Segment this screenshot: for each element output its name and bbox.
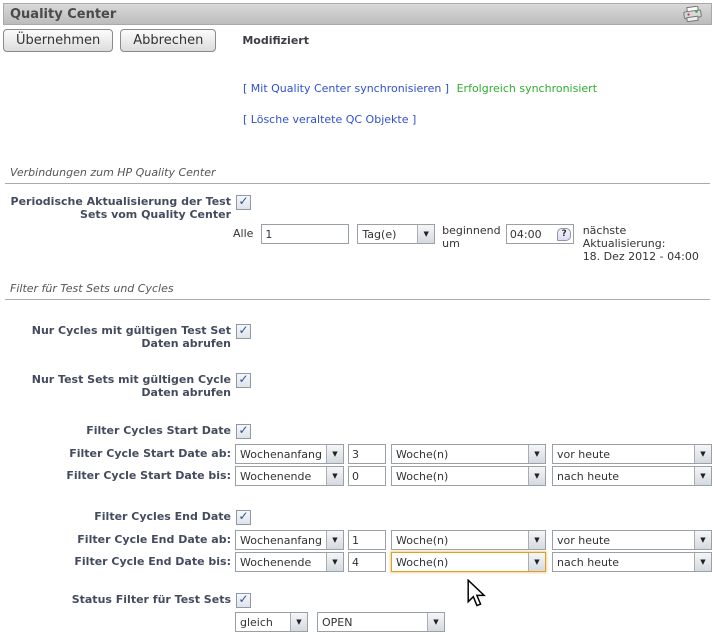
start-date-checkbox[interactable]: ✓ <box>236 424 251 439</box>
chevron-down-icon: ▼ <box>528 531 545 549</box>
fetch-cycles-label: Nur Cycles mit gültigen Test Set Daten a… <box>3 324 231 350</box>
periodic-update-checkbox[interactable]: ✓ <box>236 195 251 210</box>
end-date-toggle-label: Filter Cycles End Date <box>3 510 231 523</box>
fetch-option-row: Nur Cycles mit gültigen Test Set Daten a… <box>3 324 712 350</box>
periodic-update-label: Periodische Aktualisierung der Test Sets… <box>3 195 231 221</box>
chevron-down-icon: ▼ <box>326 553 343 571</box>
chevron-down-icon: ▼ <box>417 225 434 243</box>
start-from-relation-select[interactable]: vor heute ▼ <box>552 444 712 464</box>
chevron-down-icon: ▼ <box>694 445 711 463</box>
check-icon: ✓ <box>238 374 248 385</box>
quality-center-settings-page: Quality Center Übernehmen Abbrechen Modi… <box>0 0 715 635</box>
every-label: Alle <box>233 224 258 244</box>
chevron-down-icon: ▼ <box>326 445 343 463</box>
periodic-update-row: Periodische Aktualisierung der Test Sets… <box>3 195 712 221</box>
chevron-down-icon: ▼ <box>326 531 343 549</box>
start-from-anchor-select[interactable]: Wochenanfang ▼ <box>235 444 344 464</box>
end-to-amount-input[interactable] <box>348 552 386 572</box>
end-date-checkbox[interactable]: ✓ <box>236 510 251 525</box>
chevron-down-icon: ▼ <box>427 613 444 631</box>
status-filter-checkbox[interactable]: ✓ <box>236 593 251 608</box>
apply-button[interactable]: Übernehmen <box>3 29 113 52</box>
titlebar: Quality Center <box>3 3 712 25</box>
check-icon: ✓ <box>238 594 248 605</box>
section-connections-title: Verbindungen zum HP Quality Center <box>5 166 710 184</box>
page-title: Quality Center <box>10 7 116 22</box>
end-date-to-row: Filter Cycle End Date bis: Wochenende ▼ … <box>3 552 712 572</box>
next-update-label: nächste Aktualisierung: <box>583 224 666 250</box>
end-from-anchor-select[interactable]: Wochenanfang ▼ <box>235 530 344 550</box>
cancel-button[interactable]: Abbrechen <box>120 29 216 52</box>
sync-success-message: Erfolgreich synchronisiert <box>457 82 597 95</box>
check-icon: ✓ <box>238 196 248 207</box>
start-from-unit-select[interactable]: Woche(n) ▼ <box>391 444 546 464</box>
end-date-toggle-row: Filter Cycles End Date ✓ <box>3 510 712 525</box>
chevron-down-icon: ▼ <box>528 445 545 463</box>
start-to-amount-input[interactable] <box>348 466 386 486</box>
start-date-from-row: Filter Cycle Start Date ab: Wochenanfang… <box>3 444 712 464</box>
status-filter-controls: gleich ▼ OPEN ▼ <box>3 612 712 632</box>
status-filter-toggle-row: Status Filter für Test Sets ✓ <box>3 593 712 608</box>
interval-unit-select[interactable]: Tag(e) ▼ <box>357 224 435 244</box>
status-filter-label: Status Filter für Test Sets <box>3 593 231 606</box>
chevron-down-icon: ▼ <box>326 467 343 485</box>
fetch-testsets-checkbox[interactable]: ✓ <box>236 373 251 388</box>
begin-time-label: beginnend um <box>442 224 504 250</box>
status-value-select[interactable]: OPEN ▼ <box>317 612 445 632</box>
status-operator-select[interactable]: gleich ▼ <box>235 612 308 632</box>
chevron-down-icon: ▼ <box>694 531 711 549</box>
start-time-field[interactable]: 04:00 ? <box>506 224 574 244</box>
check-icon: ✓ <box>238 511 248 522</box>
end-from-relation-select[interactable]: vor heute ▼ <box>552 530 712 550</box>
start-to-unit-select[interactable]: Woche(n) ▼ <box>391 466 546 486</box>
printer-icon[interactable] <box>682 6 703 22</box>
start-time-value: 04:00 <box>510 228 542 241</box>
cleanup-link[interactable]: [ Lösche veraltete QC Objekte ] <box>243 113 416 126</box>
interval-value-input[interactable] <box>261 224 349 244</box>
fetch-testsets-label: Nur Test Sets mit gültigen Cycle Daten a… <box>3 373 231 399</box>
check-icon: ✓ <box>238 325 248 336</box>
fetch-option-row: Nur Test Sets mit gültigen Cycle Daten a… <box>3 373 712 399</box>
end-date-from-label: Filter Cycle End Date ab: <box>3 530 231 550</box>
sync-row: [ Mit Quality Center synchronisieren ] E… <box>243 82 712 95</box>
start-date-to-label: Filter Cycle Start Date bis: <box>3 466 231 486</box>
start-date-from-label: Filter Cycle Start Date ab: <box>3 444 231 464</box>
chevron-down-icon: ▼ <box>528 467 545 485</box>
cleanup-row: [ Lösche veraltete QC Objekte ] <box>243 113 712 126</box>
end-to-anchor-select[interactable]: Wochenende ▼ <box>235 552 344 572</box>
chevron-down-icon: ▼ <box>528 553 545 571</box>
chevron-down-icon: ▼ <box>694 553 711 571</box>
end-to-unit-select[interactable]: Woche(n) ▼ <box>391 552 546 572</box>
fetch-cycles-checkbox[interactable]: ✓ <box>236 324 251 339</box>
start-date-toggle-row: Filter Cycles Start Date ✓ <box>3 424 712 439</box>
start-date-toggle-label: Filter Cycles Start Date <box>3 424 231 437</box>
end-date-to-label: Filter Cycle End Date bis: <box>3 552 231 572</box>
end-from-unit-select[interactable]: Woche(n) ▼ <box>391 530 546 550</box>
chevron-down-icon: ▼ <box>290 613 307 631</box>
start-to-relation-select[interactable]: nach heute ▼ <box>552 466 712 486</box>
check-icon: ✓ <box>238 425 248 436</box>
sync-link[interactable]: [ Mit Quality Center synchronisieren ] <box>243 82 449 95</box>
chevron-down-icon: ▼ <box>694 467 711 485</box>
help-bubble-icon[interactable]: ? <box>557 228 570 241</box>
toolbar: Übernehmen Abbrechen Modifiziert <box>3 29 712 52</box>
section-filters-title: Filter für Test Sets und Cycles <box>5 282 710 300</box>
next-update-info: nächste Aktualisierung: 18. Dez 2012 - 0… <box>583 224 712 263</box>
end-from-amount-input[interactable] <box>348 530 386 550</box>
modified-status: Modifiziert <box>242 34 309 47</box>
next-update-value: 18. Dez 2012 - 04:00 <box>583 250 699 263</box>
periodic-update-controls: Alle Tag(e) ▼ beginnend um 04:00 ? nächs… <box>3 224 712 263</box>
start-date-to-row: Filter Cycle Start Date bis: Wochenende … <box>3 466 712 486</box>
end-date-from-row: Filter Cycle End Date ab: Wochenanfang ▼… <box>3 530 712 550</box>
end-to-relation-select[interactable]: nach heute ▼ <box>552 552 712 572</box>
start-to-anchor-select[interactable]: Wochenende ▼ <box>235 466 344 486</box>
start-from-amount-input[interactable] <box>348 444 386 464</box>
